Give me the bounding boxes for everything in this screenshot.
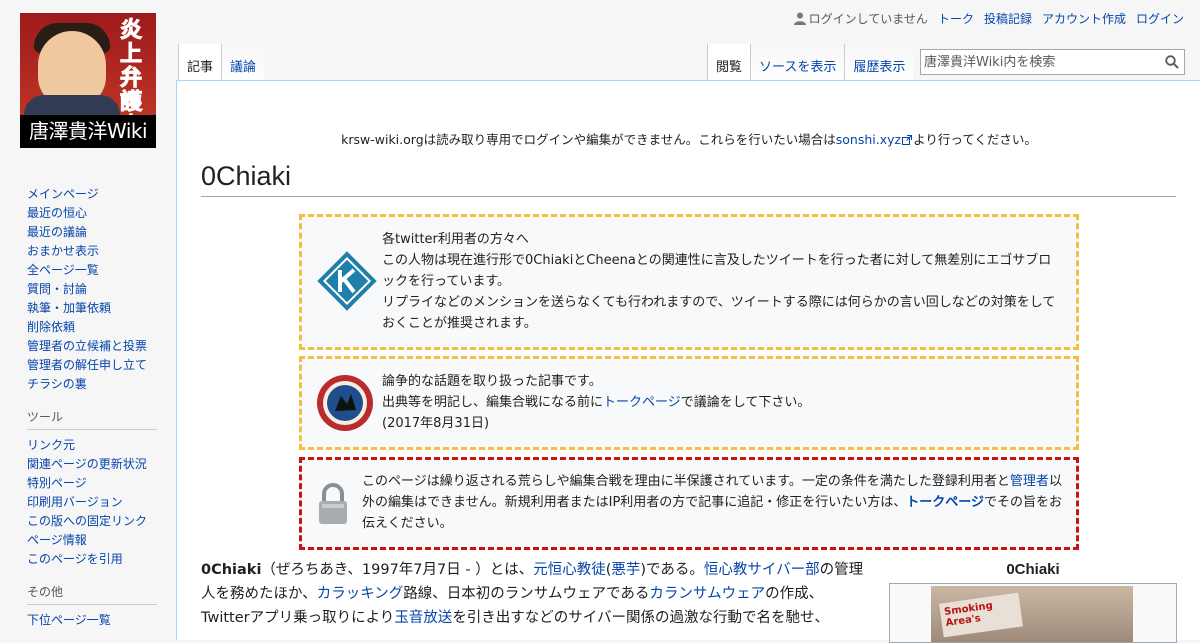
notice-protect-text-1: このページは繰り返される荒らしや編集合戦を理由に半保護されています。一定の条件を… <box>362 474 1010 489</box>
tool-page-info[interactable]: ページ情報 <box>27 533 87 547</box>
lead-text-3: )である。 <box>640 562 704 578</box>
photo-sign: Smoking Area's <box>939 592 1023 638</box>
nav-random[interactable]: おまかせ表示 <box>27 244 99 258</box>
tool-what-links-here[interactable]: リンク元 <box>27 438 75 452</box>
site-notice-text: krsw-wiki.orgは読み取り専用でログインや編集ができません。これらを行… <box>341 132 836 147</box>
protect-talk-page-link[interactable]: トークページ <box>906 495 984 510</box>
infobox-photo[interactable]: Smoking Area's <box>931 586 1133 642</box>
lead-subject: 0Chiaki <box>201 562 262 578</box>
nav-all-pages[interactable]: 全ページ一覧 <box>27 263 99 277</box>
tool-printable[interactable]: 印刷用バージョン <box>27 495 123 509</box>
site-logo[interactable]: 炎上弁護士 唐澤貴洋Wiki <box>20 13 156 148</box>
notice-egosa-line2: この人物は現在進行形で0ChiakiとCheenaとの関連性に言及したツイートを… <box>382 253 1052 289</box>
notice-dispute: 論争的な話題を取り扱った記事です。 出典等を明記し、編集合戦になる前にトークペー… <box>299 356 1079 450</box>
link-karansomware[interactable]: カランサムウェア <box>649 586 765 602</box>
notice-dispute-line2-end: で議論をして下さい。 <box>680 395 811 410</box>
tab-view-source[interactable]: ソースを表示 <box>750 44 845 80</box>
nav-admin-dismissal[interactable]: 管理者の解任申し立て <box>27 358 147 372</box>
tab-history[interactable]: 履歴表示 <box>844 44 914 80</box>
nav-questions[interactable]: 質問・討論 <box>27 282 87 296</box>
notice-dispute-date: (2017年8月31日) <box>382 416 490 431</box>
anon-status: ログインしていません <box>793 10 928 27</box>
search-icon[interactable] <box>1165 55 1179 69</box>
lead-paragraph: 0Chiaki（ぜろちあき、1997年7月7日 - ）とは、元恒心教徒(悪芋)で… <box>201 558 871 630</box>
other-heading: その他 <box>27 583 157 605</box>
notice-egosa-text: 各twitter利用者の方々へ この人物は現在進行形で0ChiakiとCheen… <box>382 229 1064 334</box>
link-former-follower[interactable]: 元恒心教徒 <box>533 562 606 578</box>
talk-link[interactable]: トーク <box>938 10 974 27</box>
notice-egosa-line3: リプライなどのメンションを送らなくても行われますので、ツイートする際には何らかの… <box>382 295 1056 331</box>
create-account-link[interactable]: アカウント作成 <box>1042 10 1126 27</box>
nav-admin-candidacy[interactable]: 管理者の立候補と投票 <box>27 339 147 353</box>
nav-requests[interactable]: 執筆・加筆依頼 <box>27 301 111 315</box>
notice-dispute-line2: 出典等を明記し、編集合戦になる前にトークページで議論をして下さい。 <box>382 392 1064 413</box>
twitter-block-icon <box>317 251 377 311</box>
content: krsw-wiki.orgは読み取り専用でログインや編集ができません。これらを行… <box>176 80 1200 643</box>
notice-protect: このページは繰り返される荒らしや編集合戦を理由に半保護されています。一定の条件を… <box>299 457 1079 550</box>
infobox-caption: 0Chiaki <box>1006 561 1060 578</box>
lock-icon <box>319 483 347 524</box>
notice-egosa: 各twitter利用者の方々へ この人物は現在進行形で0ChiakiとCheen… <box>299 214 1079 350</box>
notice-protect-text: このページは繰り返される荒らしや編集合戦を理由に半保護されています。一定の条件を… <box>362 471 1064 534</box>
site-notice-link[interactable]: sonshi.xyz <box>836 132 901 147</box>
tab-read[interactable]: 閲覧 <box>707 44 751 80</box>
logo-title: 唐澤貴洋Wiki <box>20 115 156 148</box>
view-tabs: 閲覧 ソースを表示 履歴表示 <box>707 44 914 80</box>
other-subpages[interactable]: 下位ページ一覧 <box>27 613 111 627</box>
tools-portal: ツール リンク元 関連ページの更新状況 特別ページ 印刷用バージョン この版への… <box>27 408 157 569</box>
dispute-seal-icon <box>317 375 373 431</box>
navigation-portal: メインページ 最近の恒心 最近の議論 おまかせ表示 全ページ一覧 質問・討論 執… <box>27 185 157 394</box>
tool-permalink[interactable]: この版への固定リンク <box>27 514 147 528</box>
link-cyber-division[interactable]: 恒心教サイバー部 <box>704 562 820 578</box>
tool-special-pages[interactable]: 特別ページ <box>27 476 87 490</box>
lead-text-7: を引き出すなどのサイバー関係の過激な行動で名を馳せ、 <box>452 610 830 626</box>
site-notice-text-end: より行ってください。 <box>913 132 1037 147</box>
site-notice: krsw-wiki.orgは読み取り専用でログインや編集ができません。これらを行… <box>177 129 1200 148</box>
infobox: 0Chiaki Smoking Area's <box>889 561 1177 643</box>
lead-text-1: （ぜろちあき、1997年7月7日 - ）とは、 <box>261 562 534 578</box>
lead-text-5: 路線、日本初のランサムウェアである <box>403 586 650 602</box>
sidebar: メインページ 最近の恒心 最近の議論 おまかせ表示 全ページ一覧 質問・討論 執… <box>0 185 176 630</box>
tab-discussion[interactable]: 議論 <box>221 44 265 80</box>
search-box <box>920 49 1185 75</box>
nav-main-page[interactable]: メインページ <box>27 187 99 201</box>
tab-article[interactable]: 記事 <box>178 44 222 80</box>
notice-dispute-line1: 論争的な話題を取り扱った記事です。 <box>382 374 602 389</box>
tool-related-changes[interactable]: 関連ページの更新状況 <box>27 457 147 471</box>
link-akuimo[interactable]: 悪芋 <box>611 562 640 578</box>
nav-deletion[interactable]: 削除依頼 <box>27 320 75 334</box>
tools-heading: ツール <box>27 408 157 430</box>
namespace-tabs: 記事 議論 <box>178 44 265 80</box>
nav-recent-discussions[interactable]: 最近の議論 <box>27 225 87 239</box>
nav-scratch[interactable]: チラシの裏 <box>27 377 87 391</box>
link-karacking[interactable]: カラッキング <box>317 586 404 602</box>
notice-dispute-text: 論争的な話題を取り扱った記事です。 出典等を明記し、編集合戦になる前にトークペー… <box>382 371 1064 434</box>
personal-tools: ログインしていません トーク 投稿記録 アカウント作成 ログイン <box>793 10 1184 27</box>
nav-recent-changes[interactable]: 最近の恒心 <box>27 206 87 220</box>
notice-dispute-line2-text: 出典等を明記し、編集合戦になる前に <box>382 395 604 410</box>
talk-page-link[interactable]: トークページ <box>603 395 681 410</box>
other-portal: その他 下位ページ一覧 <box>27 583 157 630</box>
link-gyokuon[interactable]: 玉音放送 <box>394 610 452 626</box>
tool-cite[interactable]: このページを引用 <box>27 552 123 566</box>
not-logged-in-text: ログインしていません <box>808 12 928 26</box>
infobox-image-frame: Smoking Area's <box>889 583 1177 643</box>
external-link-icon <box>902 135 913 145</box>
notice-egosa-line1: 各twitter利用者の方々へ <box>382 232 529 247</box>
login-link[interactable]: ログイン <box>1136 10 1184 27</box>
contributions-link[interactable]: 投稿記録 <box>984 10 1032 27</box>
admin-link[interactable]: 管理者 <box>1010 474 1049 489</box>
search-input[interactable] <box>921 50 1159 74</box>
page-title: 0Chiaki <box>201 161 1176 197</box>
user-icon <box>793 12 806 25</box>
